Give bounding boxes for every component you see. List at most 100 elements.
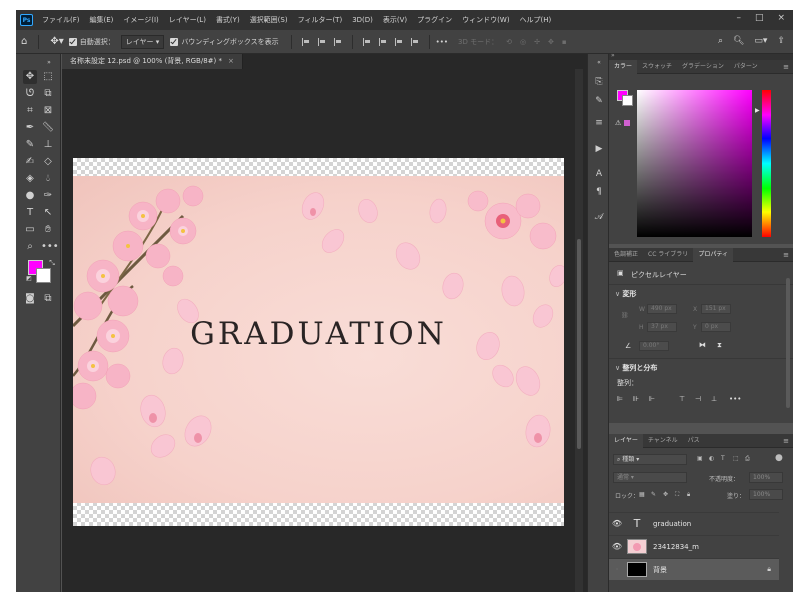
properties-scrollbar[interactable] — [786, 278, 790, 408]
share-icon[interactable]: ⇪ — [777, 36, 785, 46]
align-right-edges-icon[interactable]: ⊩ — [649, 395, 655, 403]
distribute-icon[interactable] — [410, 37, 419, 46]
lock-all-icon[interactable]: 🔒︎ — [687, 491, 690, 499]
actions-panel-icon[interactable]: ▶ — [592, 142, 606, 156]
filter-toggle-icon[interactable]: ● — [775, 453, 783, 463]
search-magnifier-icon[interactable]: 🔍︎ — [733, 36, 744, 46]
menu-edit[interactable]: 編集(E) — [85, 15, 119, 25]
quick-mask-icon[interactable]: ◙ — [23, 292, 37, 306]
panel-menu-icon[interactable]: ≡ — [783, 437, 789, 445]
gamut-color-swatch[interactable] — [624, 120, 630, 126]
character-panel-icon[interactable]: A — [592, 167, 606, 181]
filter-shape-icon[interactable]: ⬚ — [733, 455, 739, 462]
width-field[interactable]: 490 px — [647, 304, 677, 314]
eyedropper-tool-icon[interactable]: ✒ — [23, 121, 37, 135]
menu-3d[interactable]: 3D(D) — [347, 16, 378, 24]
home-icon[interactable]: ⌂ — [21, 36, 27, 47]
document-tab[interactable]: 名称未設定 12.psd @ 100% (背景, RGB/8#) * × — [62, 54, 243, 69]
tab-patterns[interactable]: パターン — [729, 60, 763, 74]
adjustments-panel-icon[interactable]: ≡ — [592, 116, 606, 130]
align-section-title[interactable]: 整列と分布 — [615, 363, 657, 373]
tab-properties[interactable]: プロパティ — [693, 247, 733, 262]
background-color-swatch[interactable] — [36, 268, 51, 283]
lasso-tool-icon[interactable]: ᘎ — [23, 87, 37, 101]
panel-menu-icon[interactable]: ≡ — [783, 251, 789, 259]
align-right-icon[interactable] — [333, 37, 342, 46]
filter-smart-object-icon[interactable]: ⎙ — [745, 455, 750, 463]
align-bottom-icon[interactable] — [394, 37, 403, 46]
glyphs-panel-icon[interactable]: 𝒜 — [592, 210, 606, 224]
eraser-tool-icon[interactable]: ◇ — [41, 155, 55, 169]
canvas[interactable]: GRADUATION — [73, 158, 564, 526]
workspace-icon[interactable]: ▭▾ — [754, 36, 767, 46]
object-select-tool-icon[interactable]: ⧉ — [41, 87, 55, 101]
visibility-eye-icon[interactable]: 👁︎ — [609, 519, 625, 528]
minimize-button[interactable]: – — [736, 13, 741, 23]
maximize-button[interactable]: □ — [755, 13, 764, 23]
layer-row-photo[interactable]: 👁︎ 23412834_m — [609, 535, 779, 557]
close-tab-icon[interactable]: × — [228, 57, 234, 65]
default-colors-icon[interactable]: ◩ — [22, 272, 36, 286]
zoom-tool-icon[interactable]: ⌕ — [23, 240, 37, 254]
menu-select[interactable]: 選択範囲(S) — [245, 15, 293, 25]
collapse-icon[interactable]: » — [611, 52, 615, 59]
align-vcenter-icon[interactable] — [378, 37, 387, 46]
brush-tool-icon[interactable]: ✎ — [23, 138, 37, 152]
angle-field[interactable]: 0.00° — [639, 341, 669, 351]
menu-plugins[interactable]: プラグイン — [412, 15, 457, 25]
auto-select-dropdown[interactable]: レイヤー ▾ — [120, 34, 165, 49]
rectangle-tool-icon[interactable]: ▭ — [23, 223, 37, 237]
menu-filter[interactable]: フィルター(T) — [293, 15, 348, 25]
flip-vertical-icon[interactable]: ⧗ — [717, 341, 722, 350]
paint-bucket-icon[interactable]: ◈ — [23, 172, 37, 186]
move-tool-icon[interactable]: ✥ — [23, 70, 37, 84]
menu-file[interactable]: ファイル(F) — [37, 15, 85, 25]
tab-cc-libraries[interactable]: CC ライブラリ — [643, 248, 693, 262]
collapse-icon[interactable]: » — [42, 56, 56, 70]
ruler-tool-icon[interactable]: 📏︎ — [41, 121, 55, 135]
tab-channels[interactable]: チャンネル — [643, 434, 683, 448]
panel-menu-icon[interactable]: ≡ — [783, 63, 789, 71]
layer-row-graduation[interactable]: 👁︎ T graduation — [609, 512, 779, 534]
more-align-icon[interactable]: ••• — [729, 395, 741, 403]
filter-type-icon[interactable]: T — [721, 455, 725, 462]
blur-tool-icon[interactable]: 💧︎ — [41, 172, 55, 186]
brush-settings-icon[interactable]: ✎ — [592, 94, 606, 108]
lock-image-icon[interactable]: ✎ — [651, 491, 656, 498]
color-picker-field[interactable] — [637, 90, 752, 237]
menu-view[interactable]: 表示(V) — [378, 15, 412, 25]
layer-kind-filter[interactable]: ⌕ 種類 ▾ — [613, 454, 687, 465]
align-left-icon[interactable] — [301, 37, 310, 46]
crop-tool-icon[interactable]: ⌗ — [23, 104, 37, 118]
align-top-icon[interactable] — [362, 37, 371, 46]
move-tool-preset-icon[interactable]: ✥▾ — [50, 36, 63, 47]
align-vcenters-icon[interactable]: ⊣ — [695, 395, 701, 403]
auto-select-checkbox[interactable] — [68, 37, 77, 46]
align-hcenter-icon[interactable] — [317, 37, 326, 46]
pen-tool-icon[interactable]: ✑ — [41, 189, 55, 203]
menu-type[interactable]: 書式(Y) — [211, 15, 245, 25]
transform-section-title[interactable]: 変形 — [615, 289, 636, 299]
hue-slider-arrow-icon[interactable]: ▶ — [755, 107, 760, 114]
path-select-icon[interactable]: ↖ — [41, 206, 55, 220]
opacity-field[interactable]: 100% — [749, 472, 783, 483]
visibility-eye-icon[interactable]: 👁︎ — [609, 542, 625, 551]
fill-field[interactable]: 100% — [749, 489, 783, 500]
tab-adjustments[interactable]: 色調補正 — [609, 248, 643, 262]
tab-gradients[interactable]: グラデーション — [677, 60, 729, 74]
type-tool-icon[interactable]: T — [23, 206, 37, 220]
height-field[interactable]: 37 px — [647, 322, 677, 332]
layer-row-background[interactable]: · 背景 🔒︎ — [609, 558, 779, 580]
tab-swatches[interactable]: スウォッチ — [637, 60, 677, 74]
close-button[interactable]: × — [777, 13, 785, 23]
frame-tool-icon[interactable]: ⊠ — [41, 104, 55, 118]
swap-colors-icon[interactable]: ⤡ — [45, 256, 59, 270]
align-bottom-edges-icon[interactable]: ⊥ — [711, 395, 717, 403]
blend-mode-select[interactable]: 通常 ▾ — [613, 472, 687, 483]
vertical-scrollbar[interactable] — [575, 69, 583, 592]
align-left-edges-icon[interactable]: ⊫ — [617, 395, 623, 403]
flip-horizontal-icon[interactable]: ⧓ — [699, 341, 706, 349]
tab-color[interactable]: カラー — [609, 59, 638, 74]
history-panel-icon[interactable]: ⎘ — [592, 75, 606, 89]
visibility-off-icon[interactable]: · — [609, 565, 625, 574]
